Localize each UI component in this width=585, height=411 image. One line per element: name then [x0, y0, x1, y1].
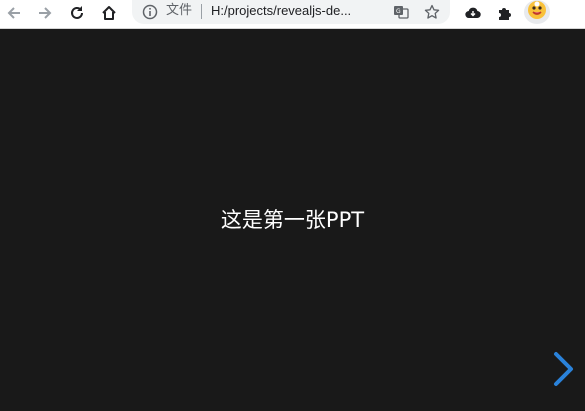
cloud-download-icon	[464, 4, 482, 22]
omnibox-divider	[201, 4, 202, 19]
forward-button[interactable]	[32, 0, 58, 26]
back-button[interactable]	[1, 0, 27, 26]
extensions-button[interactable]	[492, 0, 518, 26]
slide-viewport: 这是第一张PPT	[0, 29, 585, 411]
arrow-right-icon	[36, 4, 54, 22]
puzzle-icon	[496, 4, 514, 22]
translate-icon[interactable]: G	[392, 3, 410, 21]
reload-button[interactable]	[64, 0, 90, 26]
slide-title: 这是第一张PPT	[220, 208, 365, 232]
avatar-icon	[527, 0, 547, 24]
svg-text:G: G	[396, 8, 401, 15]
url-text[interactable]: H:/projects/revealjs-de...	[211, 2, 389, 20]
next-slide-button[interactable]	[550, 349, 578, 389]
home-button[interactable]	[96, 0, 122, 26]
browser-toolbar: 文件 H:/projects/revealjs-de... G	[0, 0, 585, 29]
arrow-left-icon	[5, 4, 23, 22]
reload-icon	[68, 4, 86, 22]
profile-button[interactable]	[524, 0, 550, 24]
chevron-right-icon	[550, 352, 578, 393]
info-icon[interactable]	[141, 3, 159, 21]
home-icon	[100, 4, 118, 22]
star-icon[interactable]	[423, 3, 441, 21]
address-bar[interactable]: 文件 H:/projects/revealjs-de... G	[132, 0, 450, 24]
security-label: 文件	[166, 3, 193, 18]
download-button[interactable]	[460, 0, 486, 26]
